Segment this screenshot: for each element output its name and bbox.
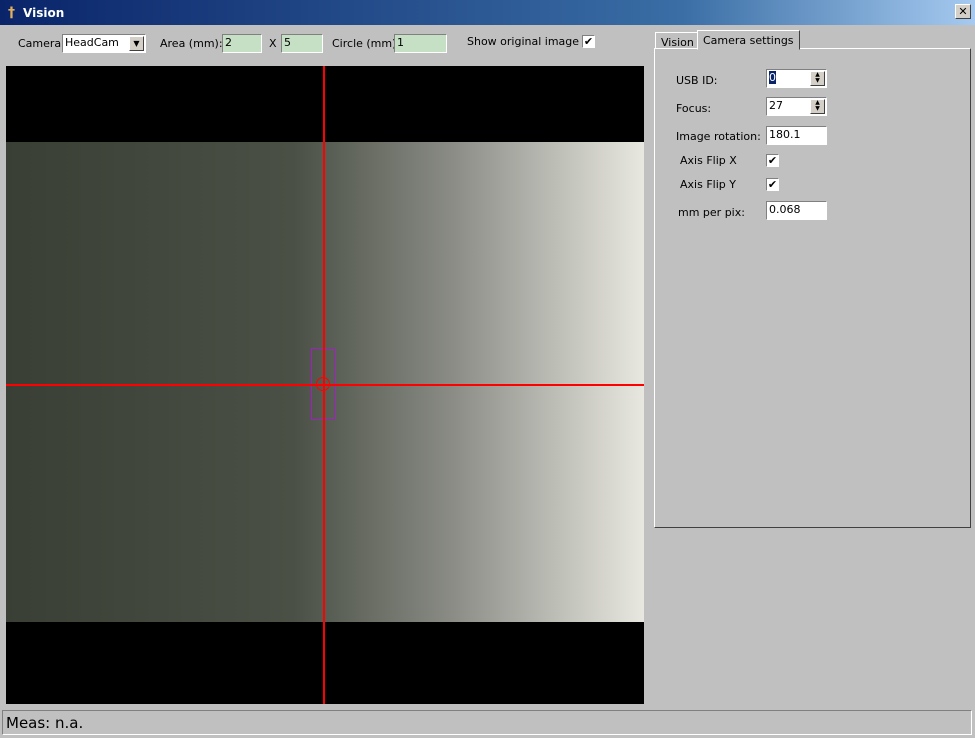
spinner-icon[interactable]: ▲ ▼ bbox=[810, 99, 825, 114]
rotation-label: Image rotation: bbox=[676, 130, 761, 143]
focus-value: 27 bbox=[769, 99, 783, 112]
flip-x-label: Axis Flip X bbox=[680, 154, 737, 167]
mm-per-pix-input[interactable]: 0.068 bbox=[766, 201, 827, 220]
tab-camera-settings[interactable]: Camera settings bbox=[697, 30, 800, 50]
close-button[interactable]: ✕ bbox=[955, 4, 971, 19]
chevron-down-icon[interactable]: ▼ bbox=[129, 36, 144, 51]
spinner-icon[interactable]: ▲ ▼ bbox=[810, 71, 825, 86]
focus-input[interactable]: 27 ▲ ▼ bbox=[766, 97, 827, 116]
crosshair-horizontal bbox=[6, 384, 644, 386]
circle-input[interactable]: 1 bbox=[394, 34, 447, 53]
camera-view[interactable] bbox=[6, 66, 644, 704]
focus-label: Focus: bbox=[676, 102, 712, 115]
usb-id-value: 0 bbox=[769, 71, 776, 84]
show-original-checkbox[interactable]: ✔ bbox=[582, 35, 595, 48]
usb-id-input[interactable]: 0 ▲ ▼ bbox=[766, 69, 827, 88]
camera-settings-panel: USB ID: 0 ▲ ▼ Focus: 27 ▲ ▼ Image rotation: … bbox=[654, 48, 971, 528]
tab-vision[interactable]: Vision bbox=[655, 32, 700, 49]
circle-label: Circle (mm): bbox=[332, 37, 401, 50]
area-label: Area (mm): bbox=[160, 37, 223, 50]
app-icon: † bbox=[8, 4, 15, 21]
area-height-input[interactable]: 5 bbox=[281, 34, 323, 53]
camera-label: Camera: bbox=[18, 37, 65, 50]
flip-y-checkbox[interactable]: ✔ bbox=[766, 178, 779, 191]
camera-value: HeadCam bbox=[65, 36, 119, 49]
mm-per-pix-label: mm per pix: bbox=[678, 206, 745, 219]
status-bar: Meas: n.a. bbox=[2, 710, 972, 735]
show-original-label: Show original image bbox=[467, 35, 580, 48]
flip-x-checkbox[interactable]: ✔ bbox=[766, 154, 779, 167]
area-x-label: X bbox=[269, 37, 277, 50]
camera-select[interactable]: HeadCam ▼ bbox=[62, 34, 146, 53]
rotation-input[interactable]: 180.1 bbox=[766, 126, 827, 145]
window-title: Vision bbox=[23, 5, 65, 20]
crosshair-vertical bbox=[323, 66, 325, 704]
title-bar: † Vision ✕ bbox=[0, 0, 975, 25]
area-width-input[interactable]: 2 bbox=[222, 34, 262, 53]
usb-id-label: USB ID: bbox=[676, 74, 718, 87]
flip-y-label: Axis Flip Y bbox=[680, 178, 736, 191]
